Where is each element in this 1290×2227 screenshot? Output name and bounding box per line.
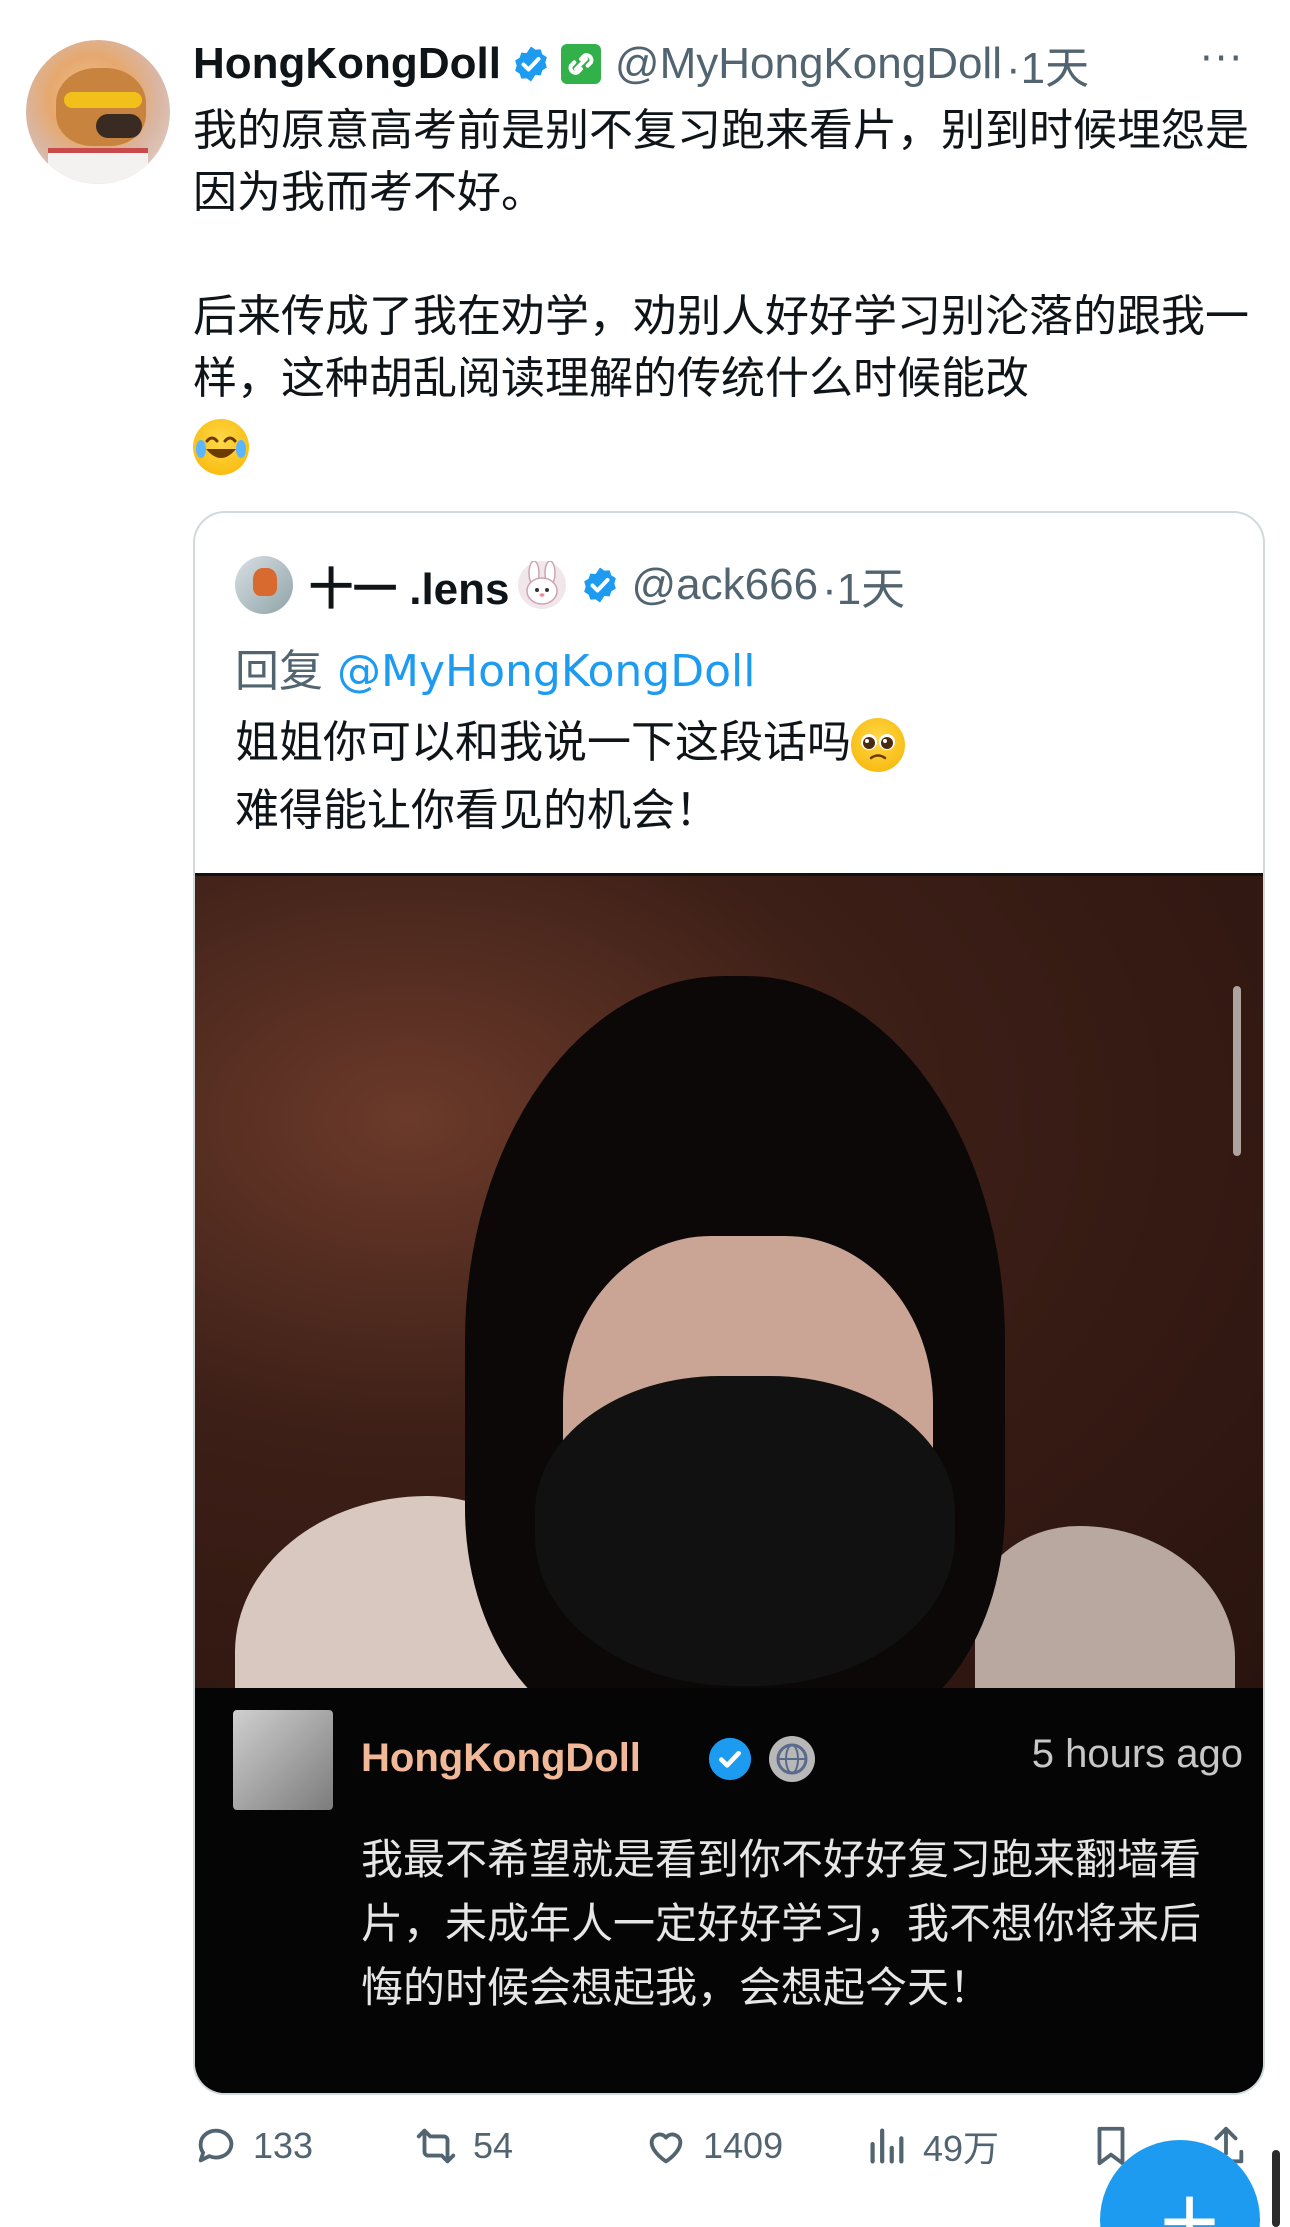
reply-button[interactable]: 133 (193, 2118, 313, 2174)
views-button[interactable]: 49万 (863, 2118, 999, 2174)
tweet-header: HongKongDoll @MyHongKongDoll ·1天 (193, 34, 1253, 94)
quoted-text-line-1: 姐姐你可以和我说一下这段话吗 (235, 709, 1225, 777)
globe-icon (769, 1736, 815, 1782)
comment-avatar (233, 1710, 333, 1810)
quoted-tweet-header: 十一 .lens @ack666 ·1天 (235, 553, 905, 617)
author-display-name[interactable]: HongKongDoll (193, 39, 501, 89)
reply-to-line: 回复 @MyHongKongDoll (235, 635, 755, 699)
quoted-author-handle: @ack666 (631, 560, 819, 609)
tweet-text-paragraph-2: 后来传成了我在劝学，劝别人好好学习别沦落的跟我一样，这种胡乱阅读理解的传统什么时… (193, 286, 1263, 410)
quoted-text-line-1-text: 姐姐你可以和我说一下这段话吗 (235, 717, 851, 768)
rabbit-emoji-icon (517, 560, 566, 609)
tweet: HongKongDoll @MyHongKongDoll ·1天 ··· 我的原… (0, 0, 1290, 2227)
comment-verified-icon (708, 1737, 752, 1781)
more-options-icon[interactable]: ··· (1200, 36, 1280, 82)
photo-face-mask (535, 1376, 955, 1686)
quoted-media[interactable]: HongKongDoll 5 hours ago 我最不希望就是看到你不好好复习… (195, 873, 1263, 2093)
plus-icon: + (1156, 2173, 1224, 2227)
reply-prefix: 回复 (235, 646, 323, 697)
quoted-tweet-timestamp: ·1天 (822, 565, 906, 614)
tweet-emoji-row (193, 414, 1263, 476)
views-chart-icon (870, 2128, 904, 2164)
photo-shoulder-right (975, 1526, 1235, 1688)
author-handle[interactable]: @MyHongKongDoll (615, 39, 1002, 89)
comment-author-name: HongKongDoll (361, 1736, 641, 1780)
comment-text: 我最不希望就是看到你不好好复习跑来翻墙看片，未成年人一定好好学习，我不想你将来后… (361, 1835, 1202, 2012)
quoted-text-line-2: 难得能让你看见的机会！ (235, 785, 719, 836)
avatar-collar (48, 148, 148, 184)
author-avatar[interactable] (26, 40, 170, 184)
views-count: 49万 (923, 2128, 1000, 2169)
quoted-verified-badge-icon (583, 567, 616, 603)
comment-timestamp: 5 hours ago (1031, 1732, 1243, 1776)
quoted-author-avatar (235, 556, 293, 614)
retweet-icon (416, 2128, 456, 2164)
screenshot-comment: HongKongDoll 5 hours ago 我最不希望就是看到你不好好复习… (195, 1688, 1263, 2093)
quoted-author-display-name: 十一 .lens (309, 565, 510, 614)
tweet-text-paragraph-1: 我的原意高考前是别不复习跑来看片，别到时候埋怨是因为我而考不好。 (193, 105, 1249, 218)
laughing-tears-emoji-icon (193, 419, 249, 475)
tweet-text-paragraph-2-text: 后来传成了我在劝学，劝别人好好学习别沦落的跟我一样，这种胡乱阅读理解的传统什么时… (193, 291, 1249, 404)
reply-count: 133 (253, 2125, 314, 2166)
avatar-snout (96, 114, 142, 138)
tweet-timestamp[interactable]: ·1天 (1006, 32, 1089, 96)
retweet-button[interactable]: 54 (413, 2118, 513, 2174)
pleading-face-emoji-icon (851, 718, 905, 772)
quoted-tweet-body: 姐姐你可以和我说一下这段话吗 难得能让你看见的机会！ (235, 709, 1225, 845)
affiliate-badge-icon (560, 44, 601, 84)
like-button[interactable]: 1409 (643, 2118, 783, 2174)
media-scroll-indicator (1233, 986, 1241, 1156)
tweet-body: 我的原意高考前是别不复习跑来看片，别到时候埋怨是因为我而考不好。 后来传成了我在… (193, 100, 1263, 476)
avatar-glasses (64, 92, 142, 108)
retweet-count: 54 (473, 2125, 514, 2166)
video-photo (195, 876, 1263, 1688)
reply-mention-link[interactable]: @MyHongKongDoll (337, 646, 755, 697)
verified-badge-icon (515, 46, 547, 82)
page-scrollbar[interactable] (1272, 2150, 1280, 2227)
heart-icon (649, 2132, 683, 2164)
tweet-actions-bar: 133 54 1409 49万 (193, 2118, 1273, 2174)
like-count: 1409 (703, 2125, 784, 2166)
reply-icon (198, 2128, 234, 2163)
quoted-tweet-card[interactable]: 十一 .lens @ack666 ·1天 回复 @MyHongKongDoll … (193, 511, 1265, 2095)
